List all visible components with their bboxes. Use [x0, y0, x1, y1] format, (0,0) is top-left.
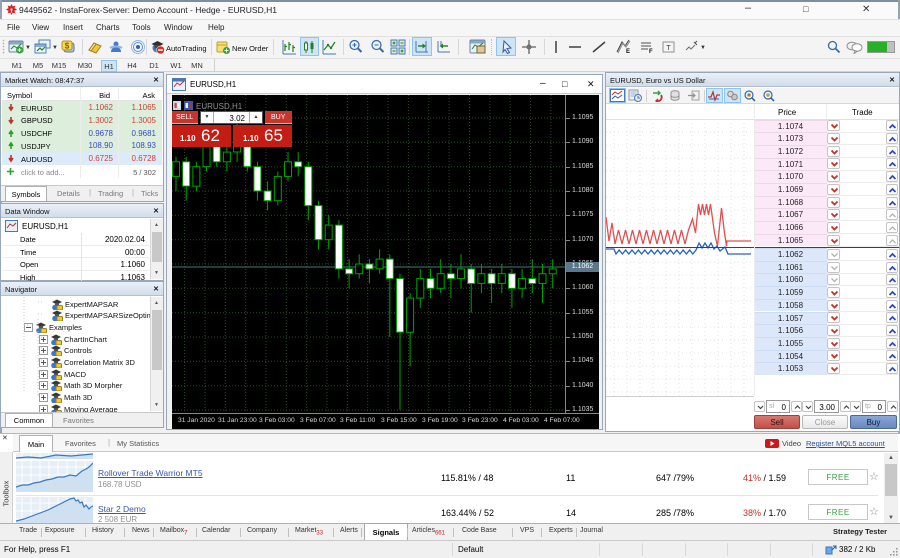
svg-text:F: F — [649, 49, 653, 55]
svg-text:T: T — [666, 45, 671, 52]
svg-text:$: $ — [65, 42, 70, 51]
svg-text:E: E — [626, 49, 630, 55]
